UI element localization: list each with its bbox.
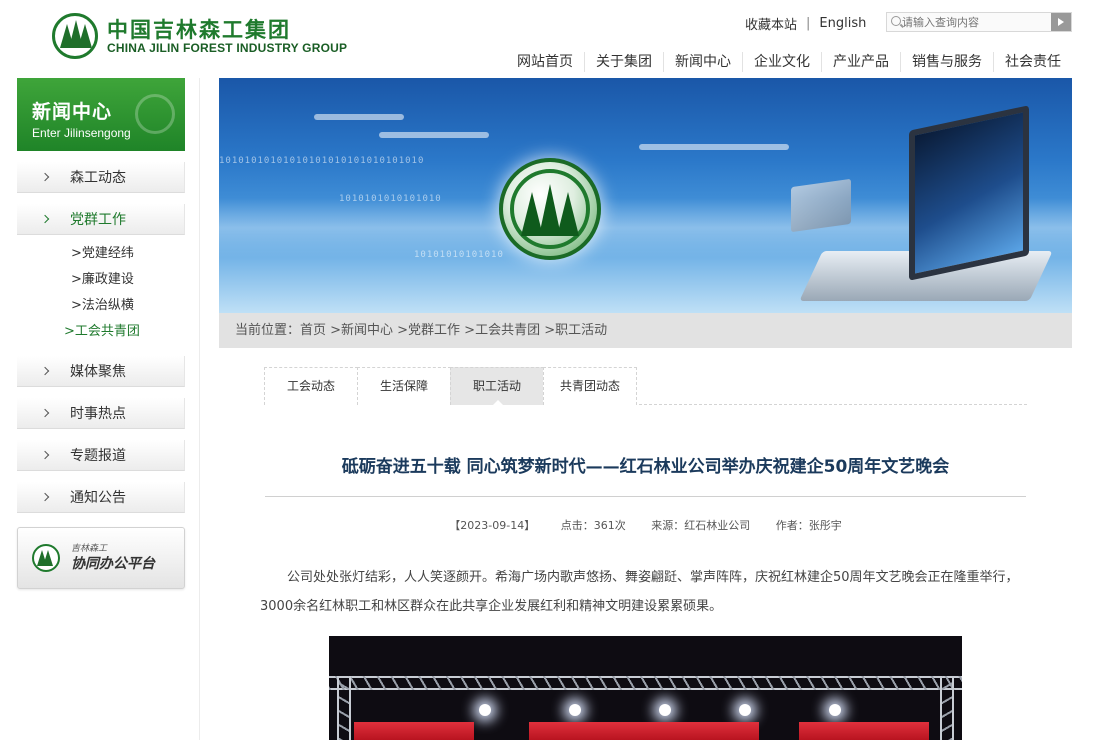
- sidebar-item-label: 时事热点: [70, 406, 126, 422]
- sidebar-header: 新闻中心 Enter Jilinsengong: [17, 78, 185, 151]
- forest-logo-icon: [52, 13, 98, 59]
- search-icon: [891, 16, 901, 26]
- bookmark-link[interactable]: 收藏本站: [745, 14, 797, 33]
- search-box: [886, 12, 1072, 32]
- search-submit-button[interactable]: [1051, 13, 1071, 31]
- laptop-screen-graphic: [909, 105, 1029, 281]
- sidebar-item-label: 专题报道: [70, 448, 126, 464]
- nav-news[interactable]: 新闻中心: [663, 52, 742, 72]
- chevron-right-icon: [40, 366, 50, 376]
- logo-watermark-icon: [135, 94, 175, 134]
- top-links-separator: |: [806, 16, 811, 31]
- subitem-rule-of-law[interactable]: >法治纵横: [71, 293, 185, 319]
- subitem-party-building[interactable]: >党建经纬: [71, 241, 185, 267]
- logo-english-name: CHINA JILIN FOREST INDUSTRY GROUP: [107, 40, 348, 55]
- nav-about[interactable]: 关于集团: [584, 52, 663, 72]
- chevron-right-icon: [40, 214, 50, 224]
- sidebar-item-label: 媒体聚焦: [70, 364, 126, 380]
- binary-text: 10101010101010: [414, 250, 504, 260]
- sidebar-item-special-reports[interactable]: 专题报道: [17, 440, 185, 471]
- forest-logo-icon: [499, 158, 601, 260]
- chevron-right-icon: [40, 492, 50, 502]
- sidebar-item-notices[interactable]: 通知公告: [17, 482, 185, 513]
- binary-text: 10101010101010101010101010101010: [219, 156, 425, 166]
- tab-union-news[interactable]: 工会动态: [264, 367, 358, 405]
- title-divider: [265, 496, 1026, 497]
- main-nav: 网站首页 关于集团 新闻中心 企业文化 产业产品 销售与服务 社会责任: [506, 52, 1072, 72]
- top-links: 收藏本站 | English: [745, 14, 866, 33]
- arrow-graphic: [314, 114, 404, 120]
- office-platform-button[interactable]: 吉林森工 协同办公平台: [17, 527, 185, 589]
- article-body: 公司处处张灯结彩，人人笑逐颜开。希海广场内歌声悠扬、舞姿翩跹、掌声阵阵，庆祝红林…: [260, 570, 1019, 614]
- english-link[interactable]: English: [819, 16, 866, 31]
- article-author: 作者：张彤宇: [775, 519, 842, 532]
- nav-social-responsibility[interactable]: 社会责任: [993, 52, 1072, 72]
- sidebar-item-media-focus[interactable]: 媒体聚焦: [17, 356, 185, 387]
- article-title: 砥砺奋进五十载 同心筑梦新时代——红石林业公司举办庆祝建企50周年文艺晚会: [341, 457, 950, 477]
- tab-staff-activities[interactable]: 职工活动: [450, 367, 544, 405]
- article-meta: 【2023-09-14】 点击：361次 来源：红石林业公司 作者：张彤宇: [265, 517, 1026, 533]
- article-clicks: 点击：361次: [560, 519, 626, 532]
- breadcrumb: 当前位置：首页 >新闻中心 >党群工作 >工会共青团 >职工活动: [219, 313, 1072, 348]
- sidebar-subitems: >党建经纬 >廉政建设 >法治纵横 >工会共青团: [17, 235, 185, 345]
- chevron-right-icon: [40, 172, 50, 182]
- office-label: 协同办公平台: [71, 555, 155, 572]
- nav-products[interactable]: 产业产品: [821, 52, 900, 72]
- sidebar: 新闻中心 Enter Jilinsengong 森工动态 党群工作 >党建经纬 …: [17, 78, 185, 589]
- sidebar-item-label: 森工动态: [70, 170, 126, 186]
- forest-logo-icon: [32, 544, 60, 572]
- tab-youth-league-news[interactable]: 共青团动态: [543, 367, 637, 405]
- chevron-right-icon: [40, 408, 50, 418]
- sidebar-item-label: 通知公告: [70, 490, 126, 506]
- office-brand: 吉林森工: [71, 543, 108, 554]
- nav-sales-service[interactable]: 销售与服务: [900, 52, 993, 72]
- sidebar-item-forest-news[interactable]: 森工动态: [17, 162, 185, 193]
- banner-image: 10101010101010101010101010101010 1010101…: [219, 78, 1072, 313]
- sidebar-item-party-work[interactable]: 党群工作: [17, 204, 185, 235]
- search-input[interactable]: [902, 13, 1052, 31]
- category-tabs: 工会动态 生活保障 职工活动 共青团动态: [264, 367, 1027, 405]
- article-date: 【2023-09-14】: [449, 519, 536, 532]
- stage-photo: [329, 636, 962, 740]
- logo-chinese-name: 中国吉林森工集团: [107, 17, 291, 42]
- sidebar-item-label: 党群工作: [70, 212, 126, 228]
- binary-text: 1010101010101010: [339, 194, 442, 204]
- article-source: 来源：红石林业公司: [651, 519, 751, 532]
- subitem-integrity[interactable]: >廉政建设: [71, 267, 185, 293]
- subitem-union-youth[interactable]: >工会共青团: [64, 319, 185, 345]
- chevron-right-icon: [40, 450, 50, 460]
- site-header: 中国吉林森工集团 CHINA JILIN FOREST INDUSTRY GRO…: [0, 0, 1100, 78]
- arrow-graphic: [639, 144, 789, 150]
- column-divider: [199, 78, 200, 740]
- arrow-graphic: [379, 132, 489, 138]
- sidebar-item-hot-topics[interactable]: 时事热点: [17, 398, 185, 429]
- site-logo[interactable]: 中国吉林森工集团 CHINA JILIN FOREST INDUSTRY GRO…: [52, 13, 347, 59]
- laptop-graphic: [791, 178, 851, 233]
- tab-life-support[interactable]: 生活保障: [357, 367, 451, 405]
- nav-culture[interactable]: 企业文化: [742, 52, 821, 72]
- nav-home[interactable]: 网站首页: [506, 52, 584, 72]
